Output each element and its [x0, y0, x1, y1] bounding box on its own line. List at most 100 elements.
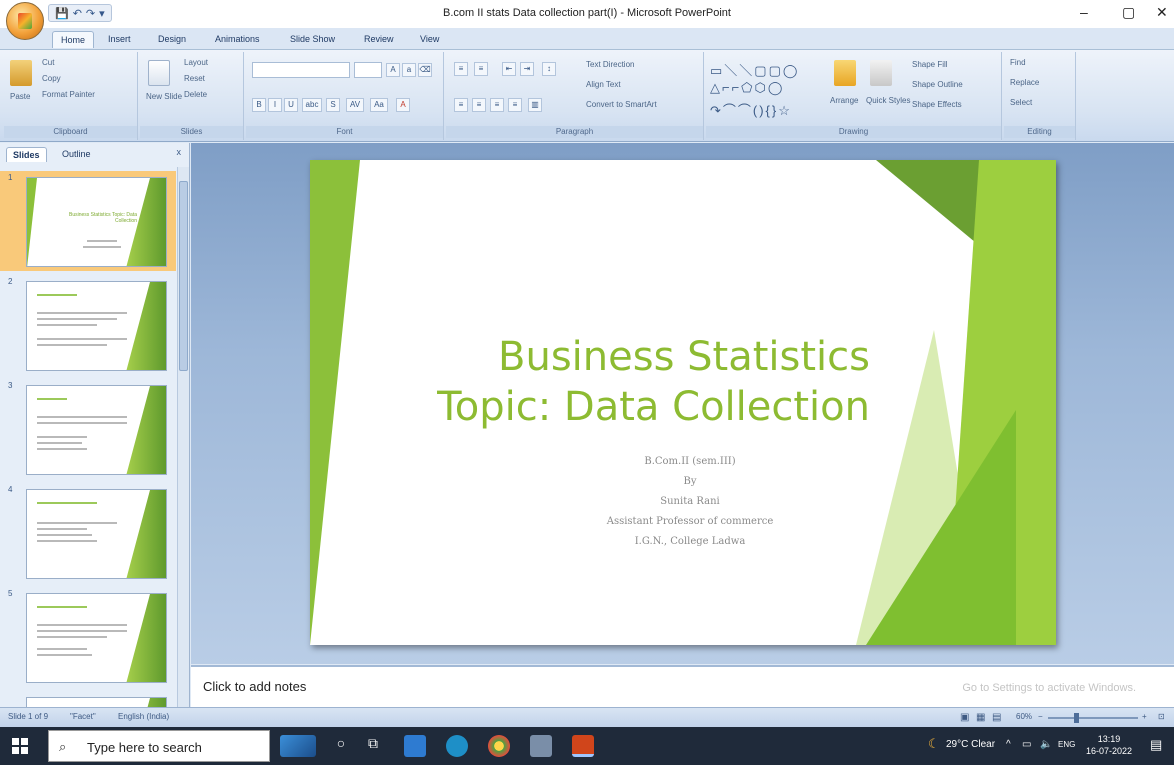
edge-icon[interactable]: [446, 735, 468, 757]
tray-chevron-icon[interactable]: ^: [1006, 739, 1011, 750]
copy-button[interactable]: Copy: [42, 74, 61, 83]
zoom-in-icon[interactable]: +: [1142, 712, 1147, 721]
slide-sorter-icon[interactable]: ▦: [976, 712, 985, 723]
font-size-select[interactable]: [354, 62, 382, 78]
numbering-icon[interactable]: ≡: [474, 62, 488, 76]
tab-insert[interactable]: Insert: [108, 34, 131, 44]
zoom-level[interactable]: 60%: [1016, 712, 1032, 721]
strikethrough-button[interactable]: abc: [302, 98, 322, 112]
slide-thumbnail[interactable]: 2: [0, 275, 176, 375]
minimize-button[interactable]: –: [1080, 4, 1088, 20]
volume-icon[interactable]: 🔈: [1040, 739, 1052, 750]
paste-button[interactable]: Paste: [10, 92, 30, 101]
align-center-icon[interactable]: ≡: [472, 98, 486, 112]
change-case-button[interactable]: Aa: [370, 98, 388, 112]
cut-button[interactable]: Cut: [42, 58, 54, 67]
align-left-icon[interactable]: ≡: [454, 98, 468, 112]
bullets-icon[interactable]: ≡: [454, 62, 468, 76]
increase-indent-icon[interactable]: ⇥: [520, 62, 534, 76]
new-slide-button[interactable]: New Slide: [146, 92, 182, 101]
file-explorer-icon[interactable]: [404, 735, 426, 757]
arrange-icon[interactable]: [834, 60, 856, 86]
news-widget-icon[interactable]: [280, 735, 316, 757]
shape-outline-button[interactable]: Shape Outline: [912, 80, 963, 89]
taskbar-search[interactable]: ⌕ Type here to search: [48, 730, 270, 762]
weather-icon[interactable]: ☾: [928, 736, 940, 752]
new-slide-icon[interactable]: [148, 60, 170, 86]
tab-outline[interactable]: Outline: [56, 147, 97, 161]
clear-format-icon[interactable]: ⌫: [418, 63, 432, 77]
maximize-button[interactable]: ▢: [1122, 4, 1135, 21]
slide-thumbnail[interactable]: 1 Business Statistics Topic: Data Collec…: [0, 171, 176, 271]
zoom-slider[interactable]: [1048, 717, 1138, 719]
shapes-gallery-icon[interactable]: ▭＼＼▢▢◯: [710, 60, 799, 79]
shape-fill-button[interactable]: Shape Fill: [912, 60, 948, 69]
shape-effects-button[interactable]: Shape Effects: [912, 100, 962, 109]
weather-text[interactable]: 29°C Clear: [946, 739, 995, 750]
tab-view[interactable]: View: [420, 34, 439, 44]
language-indicator[interactable]: ENG: [1058, 740, 1075, 749]
fit-window-icon[interactable]: ⊡: [1158, 712, 1165, 721]
grow-font-icon[interactable]: A: [386, 63, 400, 77]
shapes-gallery-icon-row2[interactable]: △⌐⌐⬠⬡◯: [710, 80, 784, 96]
font-family-select[interactable]: [252, 62, 350, 78]
slide-subtitle[interactable]: B.Com.II (sem.III) By Sunita Rani Assist…: [510, 452, 870, 552]
tab-home[interactable]: Home: [52, 31, 95, 48]
char-spacing-button[interactable]: AV: [346, 98, 364, 112]
columns-icon[interactable]: ▥: [528, 98, 542, 112]
notes-pane[interactable]: Click to add notes Go to Settings to act…: [191, 665, 1174, 707]
tab-design[interactable]: Design: [158, 34, 186, 44]
line-spacing-icon[interactable]: ↕: [542, 62, 556, 76]
bold-button[interactable]: B: [252, 98, 266, 112]
justify-icon[interactable]: ≡: [508, 98, 522, 112]
decrease-indent-icon[interactable]: ⇤: [502, 62, 516, 76]
quick-styles-button[interactable]: Quick Styles: [866, 96, 910, 105]
replace-button[interactable]: Replace: [1010, 78, 1039, 87]
panel-scrollbar[interactable]: [177, 167, 189, 707]
zoom-slider-knob[interactable]: [1074, 713, 1079, 723]
paste-icon[interactable]: [10, 60, 32, 86]
app-icon[interactable]: [530, 735, 552, 757]
scrollbar-thumb[interactable]: [179, 181, 188, 371]
cortana-icon[interactable]: ○: [330, 735, 352, 757]
chrome-icon[interactable]: [488, 735, 510, 757]
language-status[interactable]: English (India): [118, 712, 169, 721]
tab-review[interactable]: Review: [364, 34, 394, 44]
normal-view-icon[interactable]: ▣: [960, 712, 969, 723]
slide-title[interactable]: Business Statistics Topic: Data Collecti…: [437, 332, 870, 432]
arrange-button[interactable]: Arrange: [830, 96, 858, 105]
network-icon[interactable]: ▭: [1022, 739, 1031, 750]
tab-animations[interactable]: Animations: [215, 34, 260, 44]
tab-slides[interactable]: Slides: [6, 147, 47, 162]
layout-button[interactable]: Layout: [184, 58, 208, 67]
select-button[interactable]: Select: [1010, 98, 1032, 107]
shrink-font-icon[interactable]: a: [402, 63, 416, 77]
text-direction-button[interactable]: Text Direction: [586, 60, 634, 69]
notifications-icon[interactable]: ▤: [1150, 737, 1162, 753]
slide-thumbnail[interactable]: 4: [0, 483, 176, 583]
slide-thumbnail[interactable]: [0, 691, 176, 707]
office-button[interactable]: [6, 2, 44, 40]
find-button[interactable]: Find: [1010, 58, 1026, 67]
close-button[interactable]: ✕: [1156, 4, 1168, 21]
slide-thumbnail[interactable]: 3: [0, 379, 176, 479]
powerpoint-taskbar-icon[interactable]: [572, 735, 594, 757]
zoom-out-icon[interactable]: −: [1038, 712, 1043, 721]
slide-thumbnail[interactable]: 5: [0, 587, 176, 687]
convert-smartart-button[interactable]: Convert to SmartArt: [586, 100, 657, 109]
shapes-gallery-icon-row3[interactable]: ↷⌒⌒(){}☆: [710, 100, 792, 119]
tab-slide-show[interactable]: Slide Show: [290, 34, 335, 44]
slideshow-view-icon[interactable]: ▤: [992, 712, 1001, 723]
current-slide[interactable]: Business Statistics Topic: Data Collecti…: [310, 160, 1056, 645]
underline-button[interactable]: U: [284, 98, 298, 112]
italic-button[interactable]: I: [268, 98, 282, 112]
format-painter-button[interactable]: Format Painter: [42, 90, 95, 99]
panel-close-icon[interactable]: x: [177, 147, 182, 157]
align-right-icon[interactable]: ≡: [490, 98, 504, 112]
align-text-button[interactable]: Align Text: [586, 80, 621, 89]
font-color-button[interactable]: A: [396, 98, 410, 112]
delete-button[interactable]: Delete: [184, 90, 207, 99]
shadow-button[interactable]: S: [326, 98, 340, 112]
reset-button[interactable]: Reset: [184, 74, 205, 83]
task-view-icon[interactable]: ⧉: [362, 735, 384, 757]
